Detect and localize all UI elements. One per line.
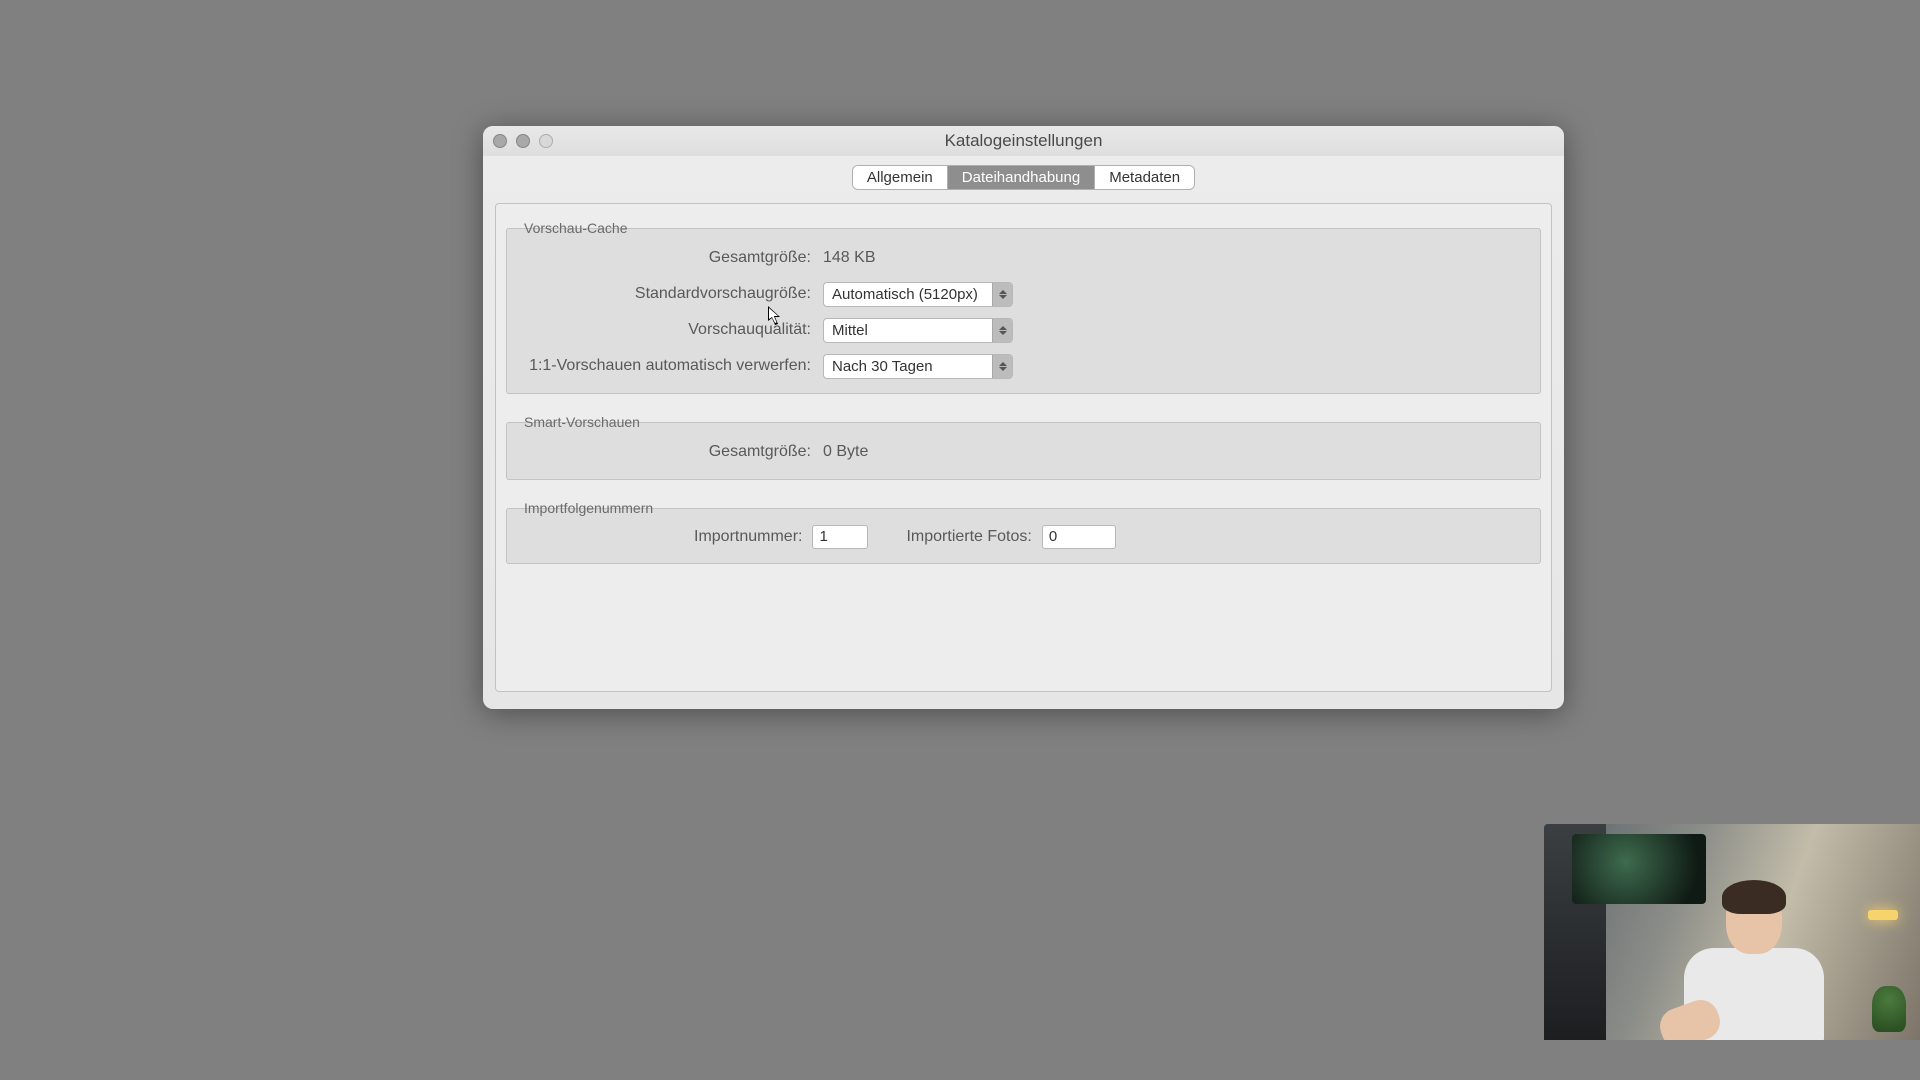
label-total-size: Gesamtgröße: bbox=[521, 249, 811, 267]
webcam-overlay bbox=[1544, 824, 1920, 1040]
row-import-numbers: Importnummer: 1 Importierte Fotos: 0 bbox=[521, 525, 1526, 549]
label-smart-total-size: Gesamtgröße: bbox=[521, 443, 811, 461]
popup-value-preview-quality: Mittel bbox=[824, 322, 992, 339]
row-total-size: Gesamtgröße: 148 KB bbox=[521, 245, 1526, 271]
webcam-plant bbox=[1872, 986, 1906, 1032]
window-zoom-button bbox=[539, 134, 553, 148]
tab-general[interactable]: Allgemein bbox=[853, 166, 948, 189]
input-import-number[interactable]: 1 bbox=[812, 525, 868, 549]
row-smart-total-size: Gesamtgröße: 0 Byte bbox=[521, 439, 1526, 465]
group-preview-cache: Vorschau-Cache Gesamtgröße: 148 KB Stand… bbox=[506, 228, 1541, 394]
chevron-updown-icon bbox=[992, 355, 1012, 378]
popup-discard-1to1[interactable]: Nach 30 Tagen bbox=[823, 354, 1013, 379]
label-standard-preview-size: Standardvorschaugröße: bbox=[521, 285, 811, 303]
group-smart-previews: Smart-Vorschauen Gesamtgröße: 0 Byte bbox=[506, 422, 1541, 480]
webcam-lamp bbox=[1868, 910, 1898, 920]
row-discard-1to1: 1:1-Vorschauen automatisch verwerfen: Na… bbox=[521, 353, 1526, 379]
chevron-updown-icon bbox=[992, 319, 1012, 342]
popup-preview-quality[interactable]: Mittel bbox=[823, 318, 1013, 343]
chevron-updown-icon bbox=[992, 283, 1012, 306]
popup-value-discard-1to1: Nach 30 Tagen bbox=[824, 358, 992, 375]
label-imported-photos: Importierte Fotos: bbox=[906, 528, 1031, 546]
group-title-smart-previews: Smart-Vorschauen bbox=[524, 414, 640, 430]
window-close-button[interactable] bbox=[493, 134, 507, 148]
tab-bar: Allgemein Dateihandhabung Metadaten bbox=[483, 156, 1564, 195]
tab-file-handling[interactable]: Dateihandhabung bbox=[948, 166, 1095, 189]
row-preview-quality: Vorschauqualität: Mittel bbox=[521, 317, 1526, 343]
group-title-import-numbers: Importfolgenummern bbox=[524, 500, 653, 516]
webcam-person bbox=[1664, 884, 1844, 1040]
window-title: Katalogeinstellungen bbox=[483, 131, 1564, 151]
tab-segmented-control: Allgemein Dateihandhabung Metadaten bbox=[853, 166, 1194, 189]
label-discard-1to1: 1:1-Vorschauen automatisch verwerfen: bbox=[521, 357, 811, 375]
group-body-preview-cache: Gesamtgröße: 148 KB Standardvorschaugröß… bbox=[506, 228, 1541, 394]
input-imported-photos[interactable]: 0 bbox=[1042, 525, 1116, 549]
content-panel: Vorschau-Cache Gesamtgröße: 148 KB Stand… bbox=[495, 203, 1552, 692]
label-preview-quality: Vorschauqualität: bbox=[521, 321, 811, 339]
settings-window: Katalogeinstellungen Allgemein Dateihand… bbox=[483, 126, 1564, 709]
titlebar[interactable]: Katalogeinstellungen bbox=[483, 126, 1564, 156]
value-smart-total-size: 0 Byte bbox=[823, 443, 868, 461]
popup-standard-preview-size[interactable]: Automatisch (5120px) bbox=[823, 282, 1013, 307]
group-body-smart-previews: Gesamtgröße: 0 Byte bbox=[506, 422, 1541, 480]
tab-metadata[interactable]: Metadaten bbox=[1095, 166, 1194, 189]
label-import-number: Importnummer: bbox=[694, 528, 802, 546]
window-minimize-button[interactable] bbox=[516, 134, 530, 148]
group-title-preview-cache: Vorschau-Cache bbox=[524, 220, 628, 236]
row-standard-preview-size: Standardvorschaugröße: Automatisch (5120… bbox=[521, 281, 1526, 307]
group-body-import-numbers: Importnummer: 1 Importierte Fotos: 0 bbox=[506, 508, 1541, 564]
group-import-numbers: Importfolgenummern Importnummer: 1 Impor… bbox=[506, 508, 1541, 564]
value-total-size: 148 KB bbox=[823, 249, 875, 267]
traffic-lights bbox=[493, 134, 553, 148]
popup-value-standard-preview-size: Automatisch (5120px) bbox=[824, 286, 992, 303]
